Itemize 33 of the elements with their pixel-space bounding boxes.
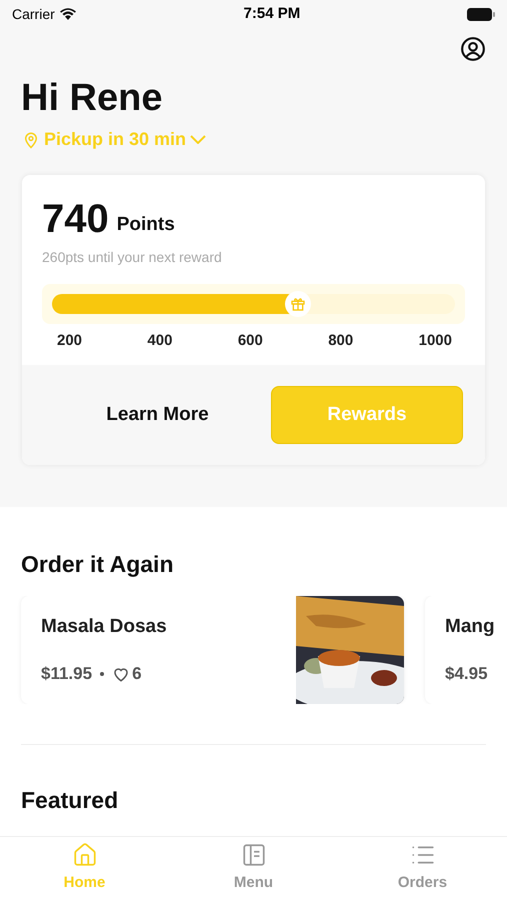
product-card[interactable]: Mang $4.95 bbox=[425, 596, 507, 704]
greeting-title: Hi Rene bbox=[20, 76, 164, 120]
tab-item[interactable]: Orders bbox=[338, 837, 507, 900]
learn-more-button[interactable]: Learn More bbox=[44, 386, 271, 444]
chevron-down-icon bbox=[190, 135, 206, 144]
progress-tick-label: 400 bbox=[147, 331, 172, 351]
product-card[interactable]: Masala Dosas $11.95 6 bbox=[21, 596, 404, 704]
product-name: Mang bbox=[445, 614, 496, 638]
tab-item[interactable]: Home bbox=[0, 837, 169, 900]
carrier-label: Carrier bbox=[12, 4, 55, 24]
progress-tick-label: 600 bbox=[238, 331, 263, 351]
progress-tick-label: 1000 bbox=[418, 331, 452, 351]
battery-icon bbox=[466, 8, 495, 20]
product-price: $4.95 bbox=[445, 663, 488, 685]
product-price: $11.95 bbox=[41, 663, 92, 685]
home-icon bbox=[72, 842, 98, 868]
profile-icon[interactable] bbox=[460, 36, 486, 62]
progress-tick-label: 200 bbox=[57, 331, 82, 351]
points-value: 740 bbox=[42, 197, 109, 241]
reward-subtitle: 260pts until your next reward bbox=[41, 248, 223, 267]
location-pin-icon bbox=[22, 130, 40, 150]
rewards-button[interactable]: Rewards bbox=[271, 386, 463, 444]
wifi-icon bbox=[58, 8, 77, 20]
product-name: Masala Dosas bbox=[41, 614, 168, 638]
status-time: 7:54 PM bbox=[244, 4, 300, 24]
tab-item[interactable]: Menu bbox=[169, 837, 338, 900]
gift-icon bbox=[284, 291, 311, 317]
book-icon bbox=[240, 842, 266, 868]
progress-tick-label: 800 bbox=[328, 331, 354, 351]
section-title: Featured bbox=[20, 786, 120, 814]
like-count: 6 bbox=[132, 663, 142, 685]
section-title: Order it Again bbox=[20, 550, 174, 579]
points-label: Points bbox=[116, 212, 175, 236]
